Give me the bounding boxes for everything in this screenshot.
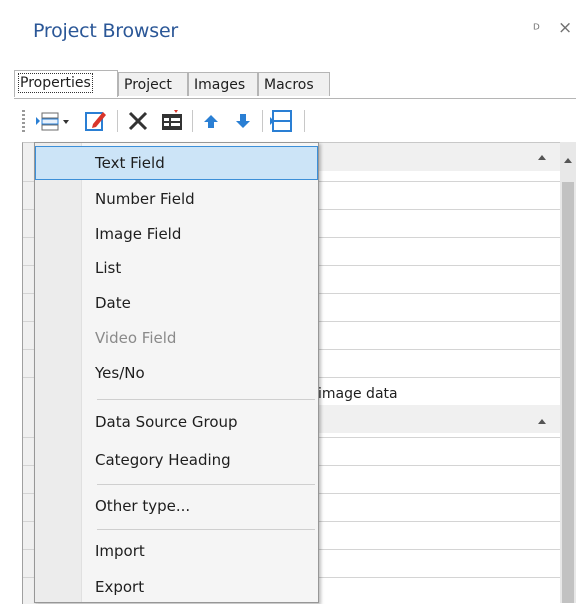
move-down-button[interactable] bbox=[230, 108, 256, 134]
toolbar bbox=[22, 104, 576, 138]
toolbar-separator bbox=[304, 110, 305, 132]
move-up-button[interactable] bbox=[198, 108, 224, 134]
menu-item-image-field[interactable]: Image Field bbox=[35, 217, 318, 251]
delete-icon bbox=[128, 111, 148, 131]
add-field-menu: Text Field Number Field Image Field List… bbox=[34, 142, 319, 603]
menu-separator bbox=[97, 484, 315, 485]
toolbar-separator bbox=[262, 110, 263, 132]
toolbar-separator bbox=[192, 110, 193, 132]
tab-properties[interactable]: Properties bbox=[14, 70, 118, 97]
menu-item-data-source-group[interactable]: Data Source Group bbox=[35, 405, 318, 439]
grid-cell-text: image data bbox=[318, 386, 398, 402]
delete-button[interactable] bbox=[124, 108, 152, 134]
collapse-icon[interactable] bbox=[538, 419, 546, 424]
tab-strip: Properties Project Images Macros bbox=[14, 70, 576, 99]
scroll-up-icon[interactable] bbox=[564, 158, 572, 163]
move-up-icon bbox=[204, 115, 218, 128]
menu-separator bbox=[97, 529, 315, 530]
menu-item-text-field[interactable]: Text Field bbox=[35, 146, 318, 180]
menu-item-other-type[interactable]: Other type... bbox=[35, 489, 318, 523]
tab-images[interactable]: Images bbox=[188, 72, 258, 96]
menu-item-yes-no[interactable]: Yes/No bbox=[35, 356, 318, 390]
project-browser-panel: Project Browser ᴰ × Properties Project I… bbox=[0, 0, 576, 604]
menu-item-date[interactable]: Date bbox=[35, 286, 318, 320]
menu-item-list[interactable]: List bbox=[35, 251, 318, 285]
add-field-dropdown-icon bbox=[36, 112, 69, 131]
menu-item-import[interactable]: Import bbox=[35, 534, 318, 568]
table-icon bbox=[162, 110, 182, 130]
tab-macros[interactable]: Macros bbox=[258, 72, 330, 96]
menu-item-video-field: Video Field bbox=[95, 329, 177, 347]
menu-item-category-heading[interactable]: Category Heading bbox=[35, 443, 318, 477]
split-icon bbox=[270, 110, 292, 132]
scrollbar-thumb[interactable] bbox=[562, 182, 574, 603]
table-button[interactable] bbox=[158, 108, 186, 134]
close-icon[interactable]: × bbox=[558, 18, 572, 38]
toolbar-grip bbox=[22, 110, 25, 132]
split-button[interactable] bbox=[268, 108, 298, 134]
panel-titlebar: Project Browser ᴰ × bbox=[0, 0, 576, 64]
add-field-dropdown-button[interactable] bbox=[32, 108, 74, 134]
pin-icon[interactable]: ᴰ bbox=[533, 22, 540, 38]
collapse-icon[interactable] bbox=[538, 155, 546, 160]
tab-project[interactable]: Project bbox=[118, 72, 188, 96]
menu-separator bbox=[97, 399, 315, 400]
edit-icon bbox=[85, 112, 106, 131]
move-down-icon bbox=[236, 114, 250, 128]
toolbar-separator bbox=[117, 110, 118, 132]
panel-title: Project Browser bbox=[33, 20, 179, 42]
menu-item-export[interactable]: Export bbox=[35, 570, 318, 604]
edit-button[interactable] bbox=[82, 108, 110, 134]
menu-item-number-field[interactable]: Number Field bbox=[35, 182, 318, 216]
vertical-scrollbar[interactable] bbox=[560, 142, 576, 603]
